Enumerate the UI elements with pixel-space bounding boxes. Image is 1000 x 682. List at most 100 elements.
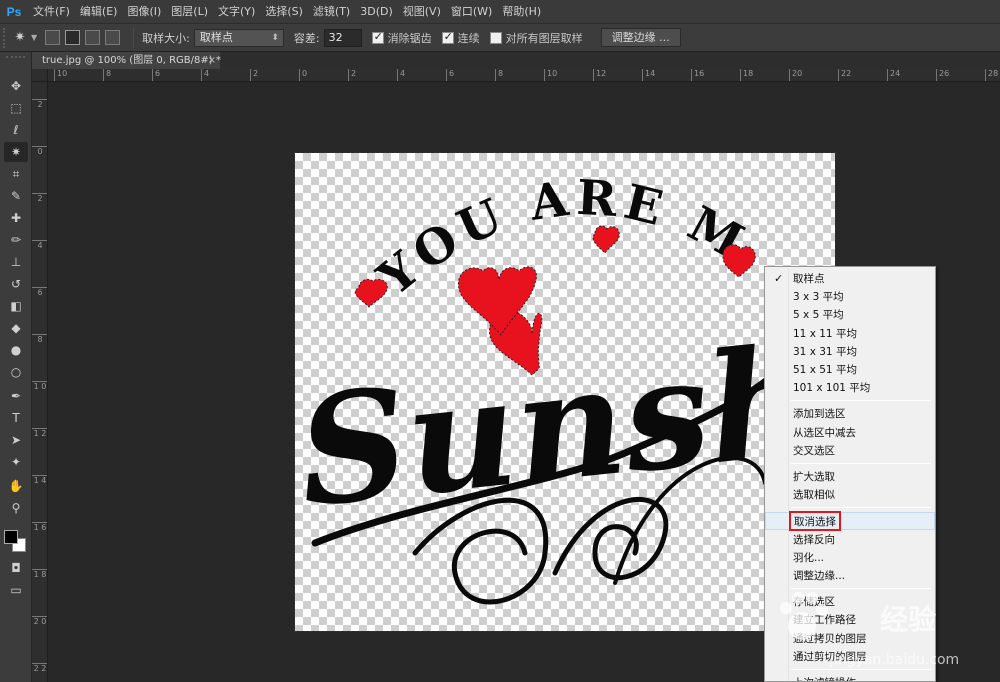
context-menu-item[interactable]: 上次滤镜操作 — [765, 674, 935, 681]
magic-wand-tool-icon[interactable]: ✷ — [4, 142, 28, 162]
ruler-h-tick-label: 12 — [593, 69, 606, 81]
zoom-tool-icon[interactable]: ⚲ — [4, 498, 28, 518]
new-selection-button[interactable] — [45, 30, 61, 45]
context-menu-item[interactable]: 羽化... — [765, 549, 935, 567]
eraser-tool-icon[interactable]: ◧ — [4, 296, 28, 316]
context-menu-item[interactable]: 5 x 5 平均 — [765, 306, 935, 324]
path-selection-tool-icon[interactable]: ➤ — [4, 430, 28, 450]
refine-edge-button[interactable]: 调整边缘 ... — [600, 28, 681, 47]
context-menu-item[interactable]: 选取相似 — [765, 486, 935, 504]
document-canvas[interactable]: YOU ARE MY Sunshine — [294, 152, 836, 632]
chevron-down-icon[interactable]: ▼ — [31, 33, 37, 42]
ruler-h-tick-label: 10 — [54, 69, 67, 81]
magic-wand-preset-icon[interactable]: ✷ — [9, 27, 31, 49]
ruler-h-tick-label: 6 — [446, 69, 454, 81]
menu-3d[interactable]: 3D(D) — [355, 0, 398, 23]
paint-bucket-tool-icon[interactable]: ◆ — [4, 318, 28, 338]
intersect-selection-button[interactable] — [105, 30, 121, 45]
subtract-from-selection-button[interactable] — [85, 30, 101, 45]
context-menu-item[interactable]: ✓ 取样点 — [765, 270, 935, 288]
ruler-h-tick-label: 10 — [544, 69, 557, 81]
context-menu-item-label: 取样点 — [793, 273, 825, 285]
menu-window[interactable]: 窗口(W) — [446, 0, 497, 23]
sample-size-select[interactable]: 取样点 — [193, 28, 284, 47]
context-menu-item[interactable]: 3 x 3 平均 — [765, 288, 935, 306]
checkmark-icon: ✓ — [774, 272, 784, 285]
context-menu-item-label: 5 x 5 平均 — [793, 309, 844, 322]
context-menu-separator — [791, 669, 931, 670]
move-tool-icon[interactable]: ✥ — [4, 76, 28, 96]
antialias-checkbox[interactable] — [371, 30, 384, 44]
tools-panel-grip[interactable] — [6, 56, 25, 64]
lasso-tool-icon[interactable]: ℓ — [4, 120, 28, 140]
clone-stamp-tool-icon[interactable]: ⊥ — [4, 252, 28, 272]
brush-tool-icon[interactable]: ✏ — [4, 230, 28, 250]
ruler-v-tick-label: 2 — [32, 99, 47, 109]
horizontal-ruler[interactable]: 10 8 6 4 2 0 2 4 6 8 10 12 14 16 18 20 22 24 26 28 — [48, 69, 1000, 82]
marquee-tool-icon[interactable]: ⬚ — [4, 98, 28, 118]
context-menu-item[interactable]: 存储选区 — [765, 593, 935, 611]
options-bar: ✷ ▼ 取样大小: 取样点 容差: 32 消除锯齿 连续 对所有图层取样 调整边… — [0, 23, 1000, 52]
ruler-v-tick-label: 0 — [32, 146, 47, 156]
ruler-h-tick-label: 24 — [887, 69, 900, 81]
menu-file[interactable]: 文件(F) — [28, 0, 75, 23]
menu-type[interactable]: 文字(Y) — [213, 0, 260, 23]
ruler-origin[interactable] — [32, 69, 48, 82]
tolerance-input[interactable]: 32 — [323, 28, 362, 47]
document-tab-title: true.jpg @ 100% (图层 0, RGB/8#) * — [42, 55, 221, 66]
vertical-ruler[interactable]: 2 0 2 4 6 8 1 0 1 2 1 4 1 6 1 8 2 0 2 2 — [32, 69, 48, 682]
document-tab[interactable]: true.jpg @ 100% (图层 0, RGB/8#) * × — [32, 52, 221, 69]
hand-tool-icon[interactable]: ✋ — [4, 476, 28, 496]
context-menu-item[interactable]: 调整边缘... — [765, 567, 935, 585]
context-menu-item-label: 选择反向 — [793, 533, 835, 546]
ruler-h-tick-label: 4 — [201, 69, 209, 81]
context-menu-item-label: 通过拷贝的图层 — [793, 632, 867, 645]
context-menu-item[interactable]: 交叉选区 — [765, 442, 935, 460]
ruler-h-tick-label: 18 — [740, 69, 753, 81]
heart-icon — [354, 278, 388, 308]
menu-select[interactable]: 选择(S) — [260, 0, 308, 23]
dodge-tool-icon[interactable]: ○ — [4, 362, 28, 382]
contiguous-checkbox[interactable] — [441, 30, 454, 44]
menu-view[interactable]: 视图(V) — [398, 0, 446, 23]
context-menu-item[interactable]: 添加到选区 — [765, 405, 935, 423]
add-to-selection-button[interactable] — [65, 30, 81, 45]
eyedropper-tool-icon[interactable]: ✎ — [4, 186, 28, 206]
menu-bar: Ps 文件(F) 编辑(E) 图像(I) 图层(L) 文字(Y) 选择(S) 滤… — [0, 0, 1000, 23]
context-menu-item[interactable]: 选择反向 — [765, 531, 935, 549]
custom-shape-tool-icon[interactable]: ✦ — [4, 452, 28, 472]
history-brush-tool-icon[interactable]: ↺ — [4, 274, 28, 294]
crop-tool-icon[interactable]: ⌗ — [4, 164, 28, 184]
context-menu: ✓ 取样点 3 x 3 平均 5 x 5 平均 11 x 11 平均 31 x 31 平均… — [764, 266, 936, 682]
menu-image[interactable]: 图像(I) — [122, 0, 166, 23]
contiguous-label: 连续 — [457, 31, 480, 45]
screen-mode-icon[interactable]: ▭ — [4, 580, 28, 600]
sample-all-layers-checkbox[interactable] — [489, 31, 502, 44]
close-icon[interactable]: × — [208, 52, 216, 69]
type-tool-icon[interactable]: T — [4, 408, 28, 428]
context-menu-item[interactable]: 101 x 101 平均 — [765, 379, 935, 397]
context-menu-item[interactable]: 扩大选取 — [765, 468, 935, 486]
healing-brush-tool-icon[interactable]: ✚ — [4, 208, 28, 228]
menu-help[interactable]: 帮助(H) — [497, 0, 546, 23]
context-menu-item[interactable]: 建立工作路径 — [765, 611, 935, 629]
context-menu-item[interactable]: 51 x 51 平均 — [765, 361, 935, 379]
photoshop-logo-icon: Ps — [6, 4, 22, 19]
foreground-color-swatch[interactable] — [4, 530, 18, 544]
ruler-h-tick-label: 4 — [397, 69, 405, 81]
ruler-h-tick-label: 16 — [691, 69, 704, 81]
blur-tool-icon[interactable]: ● — [4, 340, 28, 360]
context-menu-item[interactable]: 11 x 11 平均 — [765, 325, 935, 343]
context-menu-item[interactable]: 通过剪切的图层 — [765, 648, 935, 666]
context-menu-item[interactable]: 通过拷贝的图层 — [765, 630, 935, 648]
menu-filter[interactable]: 滤镜(T) — [308, 0, 355, 23]
divider — [133, 27, 135, 48]
context-menu-item[interactable]: 31 x 31 平均 — [765, 343, 935, 361]
quick-mask-icon[interactable]: ◘ — [4, 558, 28, 578]
ruler-h-tick-label: 8 — [103, 69, 111, 81]
menu-layer[interactable]: 图层(L) — [166, 0, 213, 23]
menu-edit[interactable]: 编辑(E) — [75, 0, 123, 23]
context-menu-item[interactable]: 从选区中减去 — [765, 424, 935, 442]
context-menu-separator — [791, 588, 931, 590]
pen-tool-icon[interactable]: ✒ — [4, 386, 28, 406]
